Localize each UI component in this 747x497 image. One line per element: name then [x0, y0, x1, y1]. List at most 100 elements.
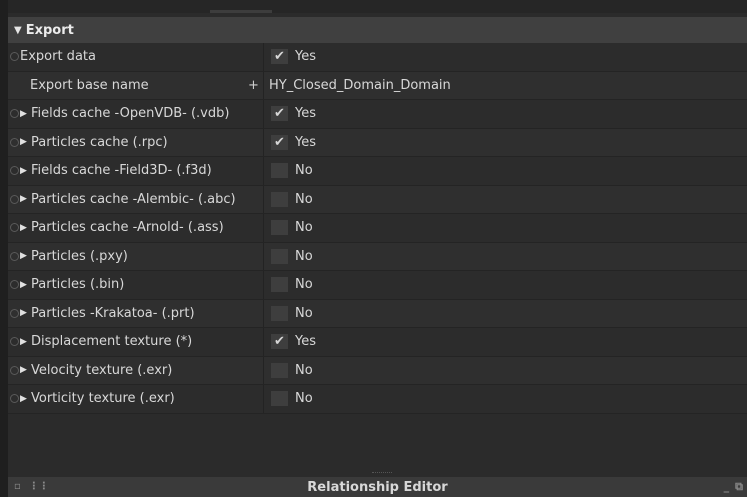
- key-radio-icon[interactable]: [10, 280, 19, 290]
- attribute-value-cell: ✔ Yes: [264, 129, 747, 157]
- key-radio-icon[interactable]: [10, 308, 19, 318]
- checkbox-value-label: No: [295, 305, 313, 321]
- bottom-left-icons: ▫ ⋮⋮: [14, 481, 49, 492]
- attribute-row: ▶ Particles -Krakatoa- (.prt) No: [8, 299, 747, 328]
- attribute-value-cell: No: [264, 243, 747, 271]
- attribute-row: ▶ Velocity texture (.exr) No: [8, 356, 747, 385]
- left-gutter: [0, 0, 8, 497]
- triangle-right-icon[interactable]: ▶: [20, 137, 28, 147]
- checkbox-value-label: Yes: [295, 106, 316, 122]
- attribute-checkbox[interactable]: [271, 277, 288, 293]
- attribute-checkbox[interactable]: ✔: [271, 49, 288, 65]
- attribute-panel: ▼ Export Export data ✔ Yes Export base name…: [8, 13, 747, 477]
- attribute-label: Particles (.bin): [31, 277, 125, 293]
- key-radio-icon[interactable]: [10, 365, 19, 375]
- attribute-row: ▶ Particles (.pxy) No: [8, 242, 747, 271]
- key-radio-icon[interactable]: [10, 251, 19, 261]
- checkbox-value-label: No: [295, 391, 313, 407]
- attribute-value-cell: No: [264, 357, 747, 385]
- key-radio-icon[interactable]: [10, 394, 19, 404]
- attribute-label-cell: ▶ Particles (.pxy): [8, 243, 263, 271]
- export-base-name-field[interactable]: HY_Closed_Domain_Domain: [269, 78, 451, 93]
- attribute-value-cell: No: [264, 157, 747, 185]
- key-radio-icon[interactable]: [10, 52, 19, 62]
- attribute-label: Particles (.pxy): [31, 248, 128, 264]
- attribute-label: Particles -Krakatoa- (.prt): [31, 305, 195, 321]
- triangle-right-icon[interactable]: ▶: [20, 337, 28, 347]
- grid-icon[interactable]: ⋮⋮: [29, 481, 49, 492]
- attribute-checkbox[interactable]: ✔: [271, 134, 288, 150]
- attribute-checkbox[interactable]: [271, 191, 288, 207]
- attribute-row: ▶ Particles cache -Arnold- (.ass) No: [8, 214, 747, 243]
- attribute-label: Vorticity texture (.exr): [31, 391, 175, 407]
- attribute-label-cell: ▶ Fields cache -OpenVDB- (.vdb): [8, 100, 263, 128]
- key-radio-icon[interactable]: [10, 194, 19, 204]
- check-icon: ✔: [274, 106, 285, 122]
- attribute-label-cell: ▶ Fields cache -Field3D- (.f3d): [8, 157, 263, 185]
- check-icon: ✔: [274, 49, 285, 65]
- attribute-checkbox[interactable]: [271, 305, 288, 321]
- attribute-checkbox[interactable]: [271, 362, 288, 378]
- attribute-value-cell: No: [264, 300, 747, 328]
- attribute-label-cell: ▶ Particles (.bin): [8, 271, 263, 299]
- attribute-checkbox[interactable]: [271, 220, 288, 236]
- checkbox-value-label: Yes: [295, 49, 316, 65]
- attribute-row: Export base name + HY_Closed_Domain_Domain: [8, 71, 747, 100]
- triangle-right-icon[interactable]: ▶: [20, 280, 28, 290]
- attribute-label: Export data: [20, 49, 96, 65]
- triangle-right-icon[interactable]: ▶: [20, 166, 28, 176]
- float-icon[interactable]: ⧉: [735, 480, 743, 494]
- attribute-checkbox[interactable]: ✔: [271, 106, 288, 122]
- add-prefix-button[interactable]: +: [248, 78, 259, 93]
- window-icon[interactable]: ▫: [14, 481, 21, 492]
- key-radio-icon[interactable]: [10, 223, 19, 233]
- attribute-label: Particles cache (.rpc): [31, 134, 168, 150]
- attribute-label-cell: ▶ Particles cache (.rpc): [8, 129, 263, 157]
- triangle-right-icon[interactable]: ▶: [20, 194, 28, 204]
- attribute-label: Particles cache -Arnold- (.ass): [31, 220, 224, 236]
- checkbox-value-label: Yes: [295, 134, 316, 150]
- key-radio-icon[interactable]: [10, 337, 19, 347]
- triangle-right-icon[interactable]: ▶: [20, 365, 28, 375]
- attribute-checkbox[interactable]: [271, 248, 288, 264]
- checkbox-value-label: No: [295, 220, 313, 236]
- triangle-right-icon[interactable]: ▶: [20, 394, 28, 404]
- attribute-row: ▶ Vorticity texture (.exr) No: [8, 385, 747, 414]
- attribute-label: Velocity texture (.exr): [31, 362, 173, 378]
- checkbox-value-label: No: [295, 362, 313, 378]
- attribute-value-cell: No: [264, 214, 747, 242]
- attribute-label-cell: ▶ Displacement texture (*): [8, 328, 263, 356]
- minimize-icon[interactable]: _: [724, 480, 730, 494]
- attribute-value-cell: HY_Closed_Domain_Domain: [264, 72, 747, 100]
- checkbox-value-label: No: [295, 277, 313, 293]
- relationship-editor-bar[interactable]: ▫ ⋮⋮ Relationship Editor _ ⧉: [8, 477, 747, 497]
- relationship-editor-title: Relationship Editor: [307, 479, 448, 495]
- attribute-row: ▶ Fields cache -Field3D- (.f3d) No: [8, 157, 747, 186]
- key-radio-icon[interactable]: [10, 137, 19, 147]
- attribute-checkbox[interactable]: [271, 163, 288, 179]
- top-strip: [8, 0, 747, 13]
- key-radio-icon[interactable]: [10, 109, 19, 119]
- attribute-row: ▶ Displacement texture (*) ✔ Yes: [8, 328, 747, 357]
- section-header-export[interactable]: ▼ Export: [8, 17, 747, 43]
- attribute-row: ▶ Fields cache -OpenVDB- (.vdb) ✔ Yes: [8, 100, 747, 129]
- attribute-label-cell: Export base name +: [8, 72, 263, 100]
- bottom-right-icons: _ ⧉: [724, 480, 743, 494]
- splitter-grip[interactable]: [372, 472, 392, 475]
- attribute-value-cell: No: [264, 385, 747, 413]
- triangle-right-icon[interactable]: ▶: [20, 251, 28, 261]
- checkbox-value-label: No: [295, 191, 313, 207]
- attribute-value-cell: ✔ Yes: [264, 100, 747, 128]
- triangle-right-icon[interactable]: ▶: [20, 223, 28, 233]
- triangle-right-icon[interactable]: ▶: [20, 109, 28, 119]
- attribute-label: Fields cache -Field3D- (.f3d): [31, 163, 212, 179]
- attribute-checkbox[interactable]: ✔: [271, 334, 288, 350]
- triangle-right-icon[interactable]: ▶: [20, 308, 28, 318]
- attribute-row: ▶ Particles (.bin) No: [8, 271, 747, 300]
- attribute-checkbox[interactable]: [271, 391, 288, 407]
- attribute-label-cell: ▶ Particles cache -Arnold- (.ass): [8, 214, 263, 242]
- attribute-label: Displacement texture (*): [31, 334, 193, 350]
- attribute-row: ▶ Particles cache -Alembic- (.abc) No: [8, 185, 747, 214]
- triangle-down-icon[interactable]: ▼: [14, 25, 22, 36]
- key-radio-icon[interactable]: [10, 166, 19, 176]
